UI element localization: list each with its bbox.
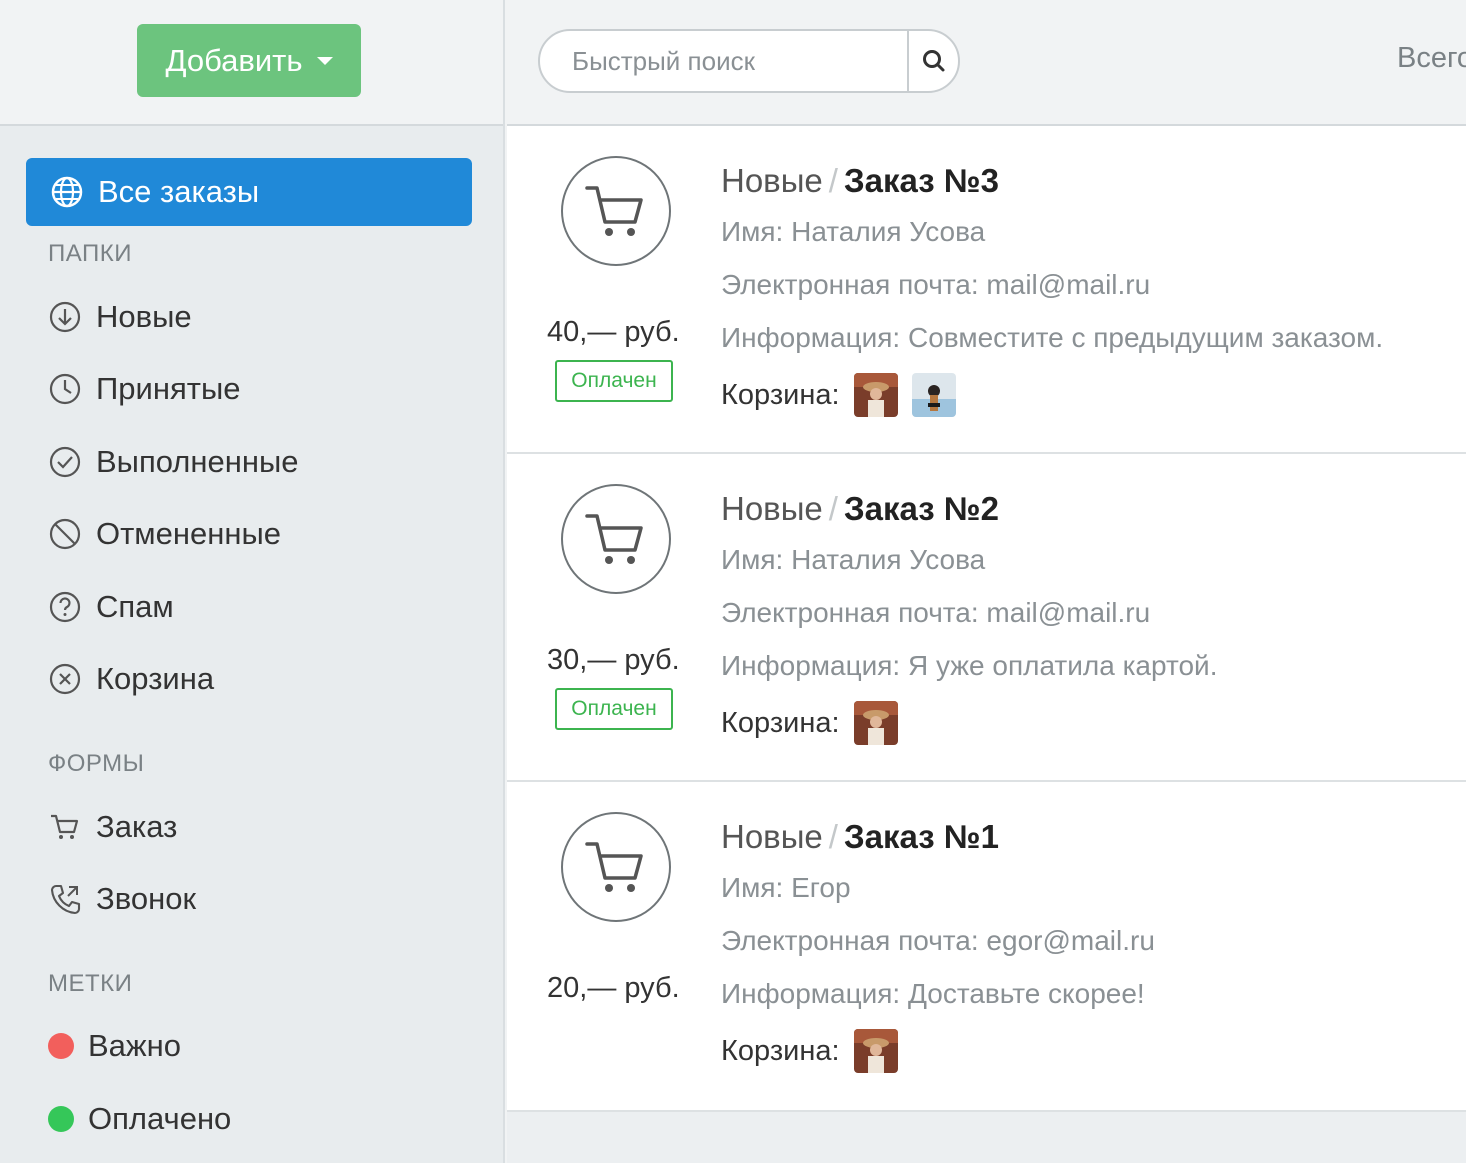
- sidebar-item-spam[interactable]: Спам: [48, 582, 174, 632]
- order-folder[interactable]: Новые: [721, 162, 823, 199]
- sidebar-item-label: Новые: [96, 299, 192, 334]
- order-name: Имя: Егор: [721, 872, 851, 903]
- add-button[interactable]: Добавить: [137, 24, 361, 97]
- search-icon: [922, 50, 944, 72]
- order-comment: Информация: Я уже оплатила картой.: [721, 650, 1218, 681]
- clock-icon: [49, 373, 81, 405]
- caret-down-icon: [316, 56, 333, 65]
- order-basket: Корзина:: [721, 1029, 1461, 1073]
- ban-icon: [49, 518, 81, 550]
- product-thumbnail[interactable]: [853, 1029, 898, 1073]
- order-number[interactable]: Заказ №3: [844, 162, 999, 199]
- sidebar-item-label: Отмененные: [96, 516, 281, 551]
- order-title: Новые / Заказ №2: [721, 490, 1461, 530]
- order-comment: Информация: Доставьте скорее!: [721, 978, 1145, 1009]
- product-thumbnail[interactable]: [911, 373, 956, 417]
- order-email: Электронная почта: egor@mail.ru: [721, 925, 1155, 956]
- order-email: Электронная почта: mail@mail.ru: [721, 597, 1151, 628]
- sidebar-item-completed[interactable]: Выполненные: [48, 437, 299, 487]
- breadcrumb-separator: /: [828, 818, 838, 855]
- tags-section-label: МЕТКИ: [48, 970, 133, 997]
- breadcrumb-separator: /: [828, 162, 838, 199]
- topbar: Всего: [507, 0, 1466, 126]
- sidebar-item-label: Важно: [88, 1028, 182, 1063]
- order-card[interactable]: 40,— руб. Оплачен Новые / Заказ №3 Имя: На…: [507, 126, 1466, 454]
- product-thumbnail[interactable]: [853, 373, 898, 417]
- order-title: Новые / Заказ №1: [721, 818, 1461, 858]
- check-circle-icon: [49, 446, 81, 478]
- basket-label: Корзина:: [721, 1034, 840, 1067]
- sidebar-item-label: Выполненные: [96, 444, 299, 479]
- cart-icon: [51, 814, 79, 839]
- status-badge: Оплачен: [555, 688, 673, 730]
- order-number[interactable]: Заказ №1: [844, 818, 999, 855]
- basket-label: Корзина:: [721, 378, 840, 411]
- search-button[interactable]: [907, 31, 958, 91]
- cart-icon: [585, 186, 643, 236]
- sidebar-item-tag-paid[interactable]: Оплачено: [48, 1094, 231, 1144]
- sidebar-item-label: Заказ: [96, 809, 178, 844]
- order-card[interactable]: 30,— руб. Оплачен Новые / Заказ №2 Имя: На…: [507, 454, 1466, 782]
- order-basket: Корзина:: [721, 373, 1461, 417]
- order-comment: Информация: Совместите с предыдущим зака…: [721, 322, 1384, 353]
- forms-section-label: ФОРМЫ: [48, 750, 145, 777]
- add-button-label: Добавить: [165, 42, 303, 78]
- order-icon: [561, 812, 671, 922]
- order-email: Электронная почта: mail@mail.ru: [721, 269, 1151, 300]
- order-info: Новые / Заказ №3 Имя: Наталия Усова Электр…: [721, 162, 1461, 417]
- sidebar-item-label: Звонок: [96, 881, 197, 916]
- question-circle-icon: [49, 591, 81, 623]
- globe-icon: [51, 176, 83, 208]
- order-basket: Корзина:: [721, 701, 1461, 745]
- search-input[interactable]: [540, 31, 907, 91]
- sidebar-item-call-form[interactable]: Звонок: [48, 874, 196, 924]
- phone-icon: [50, 884, 81, 915]
- basket-label: Корзина:: [721, 706, 840, 739]
- search-box: [538, 29, 960, 93]
- order-price: 30,— руб.: [547, 644, 680, 676]
- order-icon: [561, 484, 671, 594]
- green-dot-icon: [48, 1106, 74, 1132]
- status-badge: Оплачен: [555, 360, 673, 402]
- folders-section-label: ПАПКИ: [48, 240, 132, 267]
- arrow-down-circle-icon: [49, 301, 81, 333]
- sidebar-item-label: Оплачено: [88, 1101, 232, 1136]
- cart-icon: [585, 842, 643, 892]
- sidebar-item-label: Корзина: [96, 661, 215, 696]
- sidebar-item-label: Спам: [96, 589, 174, 624]
- breadcrumb-separator: /: [828, 490, 838, 527]
- order-folder[interactable]: Новые: [721, 818, 823, 855]
- order-title: Новые / Заказ №3: [721, 162, 1461, 202]
- sidebar: Добавить Все заказы ПАПКИ Новые Принятые…: [0, 0, 505, 1163]
- sidebar-item-label: Принятые: [96, 371, 241, 406]
- sidebar-item-cancelled[interactable]: Отмененные: [48, 509, 281, 559]
- sidebar-item-order-form[interactable]: Заказ: [48, 802, 177, 852]
- order-name: Имя: Наталия Усова: [721, 216, 986, 247]
- sidebar-item-accepted[interactable]: Принятые: [48, 364, 240, 414]
- orders-list: 40,— руб. Оплачен Новые / Заказ №3 Имя: На…: [507, 126, 1466, 1112]
- order-info: Новые / Заказ №1 Имя: Егор Электронная поч…: [721, 818, 1461, 1073]
- sidebar-item-tag-important[interactable]: Важно: [48, 1021, 181, 1071]
- sidebar-item-all-orders[interactable]: Все заказы: [26, 158, 472, 226]
- order-price: 40,— руб.: [547, 316, 680, 348]
- order-info: Новые / Заказ №2 Имя: Наталия Усова Электр…: [721, 490, 1461, 745]
- sidebar-item-new[interactable]: Новые: [48, 292, 192, 342]
- total-count-label: Всего: [1397, 42, 1466, 74]
- sidebar-item-label: Все заказы: [98, 174, 260, 209]
- list-footer: [507, 1112, 1466, 1163]
- order-name: Имя: Наталия Усова: [721, 544, 986, 575]
- order-icon: [561, 156, 671, 266]
- order-price: 20,— руб.: [547, 972, 680, 1004]
- sidebar-item-trash[interactable]: Корзина: [48, 654, 214, 704]
- order-number[interactable]: Заказ №2: [844, 490, 999, 527]
- cart-icon: [585, 514, 643, 564]
- order-card[interactable]: 20,— руб. Новые / Заказ №1 Имя: Егор Элект…: [507, 782, 1466, 1112]
- sidebar-header: Добавить: [0, 0, 503, 126]
- order-folder[interactable]: Новые: [721, 490, 823, 527]
- product-thumbnail[interactable]: [853, 701, 898, 745]
- red-dot-icon: [48, 1033, 74, 1059]
- x-circle-icon: [49, 663, 81, 695]
